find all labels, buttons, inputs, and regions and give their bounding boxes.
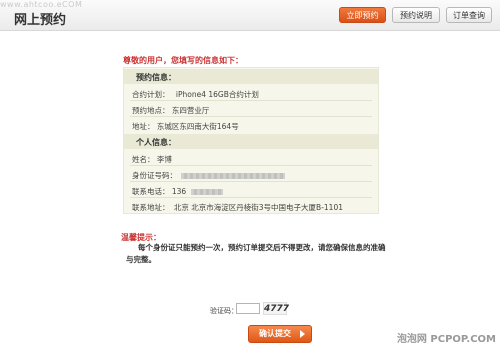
captcha-label: 验证码： (210, 307, 238, 315)
captcha-input[interactable] (236, 303, 260, 314)
row-divider (130, 165, 372, 166)
redacted-id-mask (181, 173, 286, 179)
row-divider (130, 100, 372, 101)
top-bar: www.ahtcoo.eCOM 网上预约 立即预约 预约说明 订单查询 (0, 0, 500, 31)
reservation-section-title: 预约信息： (136, 73, 176, 82)
arrow-right-icon (300, 330, 305, 338)
personal-section-header: 个人信息： (124, 134, 378, 149)
location-row: 预约地点： 东四营业厅 (132, 105, 209, 116)
page-title: 网上预约 (14, 13, 67, 28)
plan-value: iPhone4 16GB合约计划 (175, 90, 259, 99)
id-number-label: 身份证号码： (132, 171, 177, 180)
plan-row: 合约计划： iPhone4 16GB合约计划 (132, 89, 259, 100)
row-divider (130, 181, 372, 182)
footer-watermark: 泡泡网 PCPOP.COM (396, 334, 496, 345)
row-divider (130, 116, 372, 117)
address-label: 地址： (132, 122, 155, 131)
greeting-text: 尊敬的用户，您填写的信息如下： (123, 56, 243, 65)
personal-section-title: 个人信息： (136, 138, 176, 147)
reserve-now-button[interactable]: 立即预约 (339, 7, 386, 23)
contact-address-value: 北京 北京市海淀区丹棱街3号中国电子大厦B-1101 (173, 203, 343, 212)
info-panel: 预约信息： 合约计划： iPhone4 16GB合约计划 预约地点： 东四营业厅… (123, 67, 379, 214)
watermark-text: www.ahtcoo.eCOM (0, 0, 83, 9)
confirm-submit-label: 确认提交 (259, 329, 291, 338)
name-label: 姓名： (132, 155, 155, 164)
redacted-phone-mask (190, 189, 223, 195)
reserve-info-button[interactable]: 预约说明 (392, 7, 440, 23)
plan-label: 合约计划： (132, 90, 170, 99)
row-divider (130, 197, 372, 198)
location-label: 预约地点： (132, 106, 170, 115)
confirm-submit-button[interactable]: 确认提交 (248, 325, 312, 343)
name-row: 姓名： 李博 (132, 154, 172, 165)
notice-text: 每个身份证只能预约一次，预约订单提交后不得更改，请您确保信息的准确与完整。 (126, 243, 386, 264)
phone-label: 联系电话： (132, 187, 170, 196)
contact-address-label: 联系地址： (132, 203, 170, 212)
captcha-image[interactable]: 4777 (263, 302, 289, 315)
address-row: 地址： 东城区东四南大街164号 (132, 121, 239, 132)
phone-row: 联系电话： 136 (132, 186, 223, 197)
name-value: 李博 (156, 155, 172, 164)
reservation-section-header: 预约信息： (124, 69, 378, 84)
address-value: 东城区东四南大街164号 (156, 122, 239, 131)
order-query-button[interactable]: 订单查询 (446, 7, 492, 23)
contact-address-row: 联系地址： 北京 北京市海淀区丹棱街3号中国电子大厦B-1101 (132, 202, 343, 213)
id-number-row: 身份证号码： (132, 170, 286, 181)
phone-value: 136 (171, 187, 187, 196)
location-value: 东四营业厅 (171, 106, 210, 115)
